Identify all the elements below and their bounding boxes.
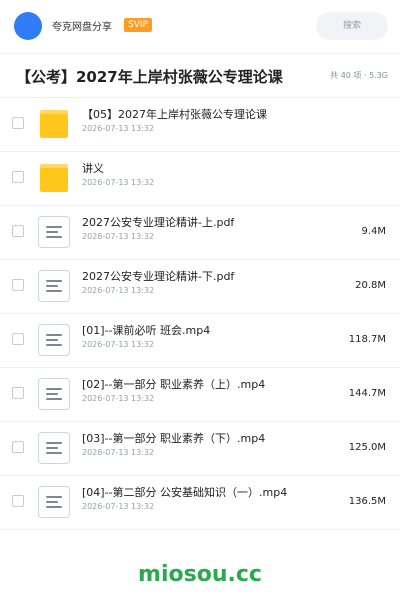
select-checkbox[interactable] (12, 171, 24, 183)
select-checkbox[interactable] (12, 279, 24, 291)
file-date: 2026-07-13 13:32 (82, 340, 155, 349)
document-icon (38, 270, 70, 302)
file-name[interactable]: [02]--第一部分 职业素养（上）.mp4 (82, 376, 265, 392)
select-checkbox[interactable] (12, 225, 24, 237)
file-size: 144.7M (348, 388, 386, 399)
file-size: 125.0M (348, 442, 386, 453)
file-size: 118.7M (348, 334, 386, 345)
page-title: 【公考】2027年上岸村张薇公专理论课 (16, 68, 283, 86)
item-summary: 共 40 项 · 5.3G (330, 71, 388, 80)
folder-icon (38, 162, 70, 194)
select-checkbox[interactable] (12, 117, 24, 129)
search-button[interactable]: 搜索 (316, 12, 388, 40)
file-name[interactable]: 【05】2027年上岸村张薇公专理论课 (82, 106, 267, 122)
document-icon (38, 486, 70, 518)
file-row[interactable]: 【05】2027年上岸村张薇公专理论课 2026-07-13 13:32 (0, 98, 400, 152)
file-row[interactable]: [01]--课前必听 班会.mp4 2026-07-13 13:32 118.7M (0, 314, 400, 368)
file-name[interactable]: 讲义 (82, 160, 104, 176)
file-name[interactable]: [01]--课前必听 班会.mp4 (82, 322, 210, 338)
file-size: 136.5M (348, 496, 386, 507)
file-name[interactable]: 2027公安专业理论精讲-上.pdf (82, 214, 234, 230)
file-row[interactable]: 讲义 2026-07-13 13:32 (0, 152, 400, 206)
file-date: 2026-07-13 13:32 (82, 178, 155, 187)
file-date: 2026-07-13 13:32 (82, 286, 155, 295)
folder-icon (38, 108, 70, 140)
file-date: 2026-07-13 13:32 (82, 232, 155, 241)
document-icon (38, 378, 70, 410)
file-name[interactable]: [03]--第一部分 职业素养（下）.mp4 (82, 430, 265, 446)
file-date: 2026-07-13 13:32 (82, 124, 155, 133)
file-row[interactable]: 2027公安专业理论精讲-下.pdf 2026-07-13 13:32 20.8M (0, 260, 400, 314)
watermark: miosou.cc (138, 562, 262, 587)
file-size: 20.8M (355, 280, 386, 291)
file-row[interactable]: [04]--第二部分 公安基础知识（一）.mp4 2026-07-13 13:32… (0, 476, 400, 530)
select-checkbox[interactable] (12, 441, 24, 453)
select-checkbox[interactable] (12, 387, 24, 399)
file-list: 【05】2027年上岸村张薇公专理论课 2026-07-13 13:32 讲义 202… (0, 98, 400, 530)
select-checkbox[interactable] (12, 495, 24, 507)
document-icon (38, 432, 70, 464)
file-date: 2026-07-13 13:32 (82, 502, 155, 511)
svip-badge: SVIP (124, 18, 152, 32)
file-size: 9.4M (361, 226, 386, 237)
share-name: 夸克网盘分享 (52, 22, 112, 33)
file-row[interactable]: [03]--第一部分 职业素养（下）.mp4 2026-07-13 13:32 12… (0, 422, 400, 476)
file-row[interactable]: [02]--第一部分 职业素养（上）.mp4 2026-07-13 13:32 14… (0, 368, 400, 422)
document-icon (38, 216, 70, 248)
title-bar: 【公考】2027年上岸村张薇公专理论课 共 40 项 · 5.3G (0, 54, 400, 98)
file-date: 2026-07-13 13:32 (82, 448, 155, 457)
file-name[interactable]: 2027公安专业理论精讲-下.pdf (82, 268, 234, 284)
document-icon (38, 324, 70, 356)
avatar[interactable] (14, 12, 42, 40)
file-name[interactable]: [04]--第二部分 公安基础知识（一）.mp4 (82, 484, 287, 500)
header: 夸克网盘分享 SVIP 搜索 (0, 0, 400, 54)
select-checkbox[interactable] (12, 333, 24, 345)
file-date: 2026-07-13 13:32 (82, 394, 155, 403)
file-row[interactable]: 2027公安专业理论精讲-上.pdf 2026-07-13 13:32 9.4M (0, 206, 400, 260)
